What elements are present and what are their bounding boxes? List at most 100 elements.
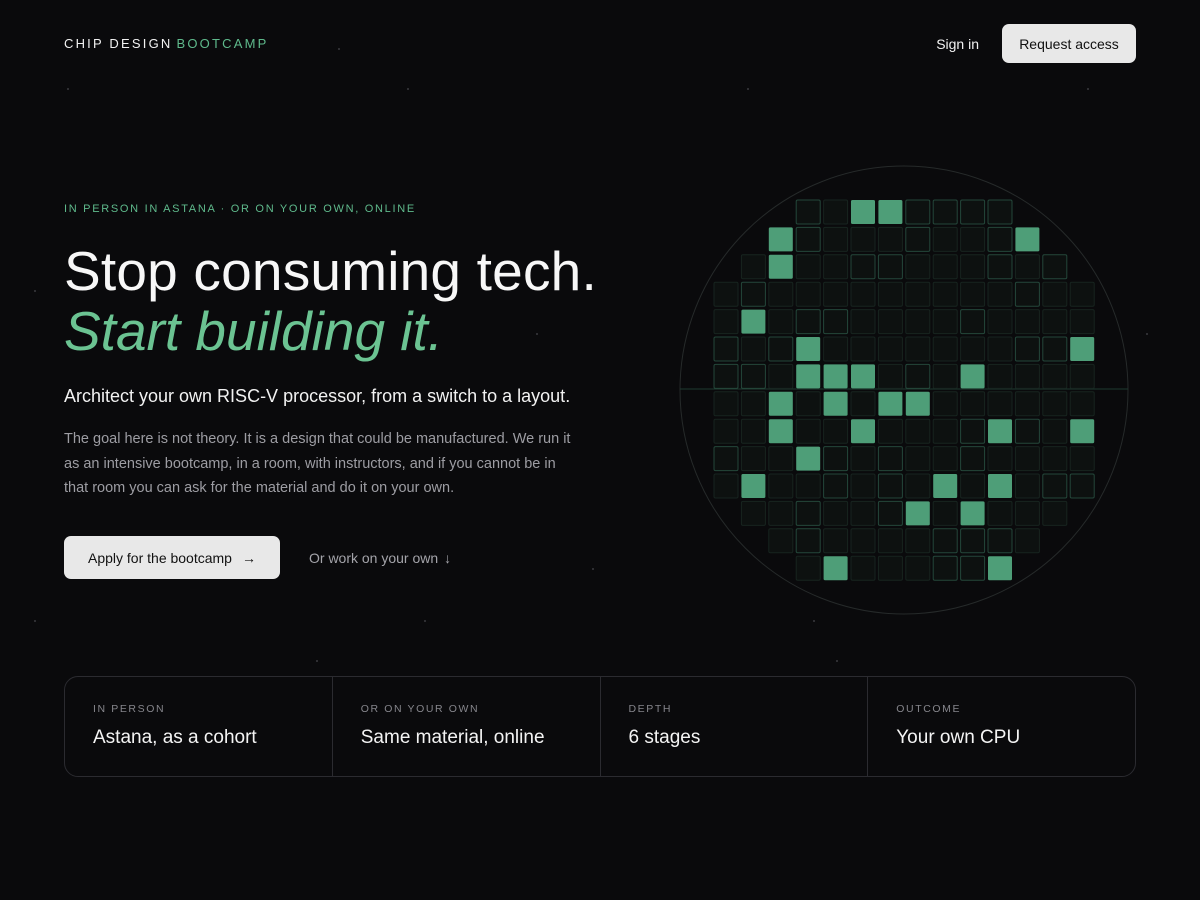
wafer-die	[877, 418, 903, 444]
wafer-die	[905, 473, 931, 499]
wafer-die	[1014, 473, 1040, 499]
wafer-die	[932, 226, 958, 252]
wafer-die	[932, 528, 958, 554]
wafer-die	[823, 336, 849, 362]
wafer-die	[987, 528, 1013, 554]
wafer-die-active	[933, 474, 958, 498]
wafer-die-active	[988, 556, 1012, 581]
wafer-die	[740, 336, 766, 362]
wafer-die	[987, 199, 1013, 225]
wafer-die-active	[905, 501, 930, 526]
wafer-die	[850, 500, 876, 526]
sign-in-link[interactable]: Sign in	[936, 36, 979, 52]
wafer-die	[905, 555, 931, 581]
wafer-die	[1042, 500, 1068, 526]
wafer-die	[877, 528, 903, 554]
wafer-die	[877, 473, 903, 499]
stat-value: 6 stages	[628, 727, 701, 748]
request-access-button[interactable]: Request access	[1002, 24, 1136, 63]
wafer-die	[1042, 473, 1068, 499]
wafer-die	[932, 555, 958, 581]
wafer-die	[932, 336, 958, 362]
stat-value: Astana, as a cohort	[93, 727, 257, 748]
wafer-die	[987, 281, 1013, 307]
wafer-die	[768, 446, 794, 472]
wafer-die	[850, 555, 876, 581]
wafer-die	[850, 336, 876, 362]
wafer-die	[823, 199, 849, 225]
wafer-die	[932, 363, 958, 389]
wafer-die	[1014, 528, 1040, 554]
wafer-die	[932, 199, 958, 225]
wafer-die	[1014, 336, 1040, 362]
wafer-die	[960, 446, 986, 472]
wafer-die	[1014, 500, 1040, 526]
wafer-die	[713, 418, 739, 444]
hero-lead: Architect your own RISC-V processor, fro…	[64, 386, 571, 406]
stat-online: OR ON YOUR OWN Same material, online	[333, 677, 601, 776]
wafer-die	[823, 281, 849, 307]
wafer-illustration	[678, 164, 1130, 616]
landing-page: CHIP DESIGN BOOTCAMP Sign in Request acce…	[0, 0, 1200, 900]
stat-in-person: IN PERSON Astana, as a cohort	[65, 677, 333, 776]
stat-depth: DEPTH 6 stages	[601, 677, 869, 776]
stat-label: IN PERSON	[93, 703, 166, 715]
wafer-die	[1014, 363, 1040, 389]
wafer-die	[795, 473, 821, 499]
wafer-die	[823, 528, 849, 554]
stat-label: OR ON YOUR OWN	[360, 703, 480, 715]
wafer-die	[987, 309, 1013, 335]
wafer-die	[1014, 418, 1040, 444]
wafer-die	[1042, 336, 1068, 362]
wafer-die	[795, 555, 821, 581]
wafer-die	[932, 418, 958, 444]
wafer-die-active	[823, 556, 848, 581]
wafer-die-active	[878, 391, 903, 416]
wafer-die-active	[1015, 227, 1040, 252]
stat-label: OUTCOME	[896, 703, 962, 715]
wafer-die	[740, 391, 766, 417]
wafer-die-active	[741, 474, 766, 498]
wafer-die	[713, 446, 739, 472]
wafer-die-active	[768, 419, 793, 444]
wafer-die	[905, 309, 931, 335]
wafer-die-active	[851, 419, 875, 444]
wafer-die	[768, 309, 794, 335]
wafer-die	[1014, 391, 1040, 417]
hero-title-line2: Start building it.	[64, 300, 444, 362]
stat-value: Your own CPU	[896, 727, 1021, 748]
wafer-die	[768, 500, 794, 526]
wafer-die	[987, 500, 1013, 526]
wafer-die	[850, 254, 876, 280]
stat-value: Same material, online	[360, 727, 545, 748]
wafer-die-active	[988, 474, 1012, 498]
apply-bootcamp-button[interactable]: Apply for the bootcamp →	[64, 536, 280, 579]
wafer-die	[1042, 254, 1068, 280]
wafer-die	[987, 254, 1013, 280]
wafer-die	[877, 446, 903, 472]
brand-logo[interactable]: CHIP DESIGN BOOTCAMP	[64, 36, 268, 51]
wafer-die	[795, 281, 821, 307]
wafer-die	[768, 363, 794, 389]
arrow-right-icon: →	[241, 549, 256, 566]
logo-bootcamp: BOOTCAMP	[176, 36, 269, 51]
work-on-own-link[interactable]: Or work on your own ↓	[309, 550, 451, 566]
wafer-die	[960, 281, 986, 307]
wafer-die	[1069, 446, 1095, 472]
wafer-die	[795, 528, 821, 554]
header-nav: Sign in Request access	[936, 24, 1136, 63]
wafer-die	[877, 226, 903, 252]
wafer-die	[905, 336, 931, 362]
wafer-die	[877, 336, 903, 362]
wafer-die	[740, 500, 766, 526]
wafer-die-active	[988, 419, 1012, 444]
wafer-die	[823, 473, 849, 499]
wafer-die	[960, 391, 986, 417]
wafer-die	[795, 199, 821, 225]
wafer-die	[795, 418, 821, 444]
wafer-die	[823, 254, 849, 280]
wafer-die	[740, 281, 766, 307]
wafer-die-active	[823, 391, 848, 416]
wafer-die	[850, 281, 876, 307]
wafer-die-active	[851, 364, 875, 389]
